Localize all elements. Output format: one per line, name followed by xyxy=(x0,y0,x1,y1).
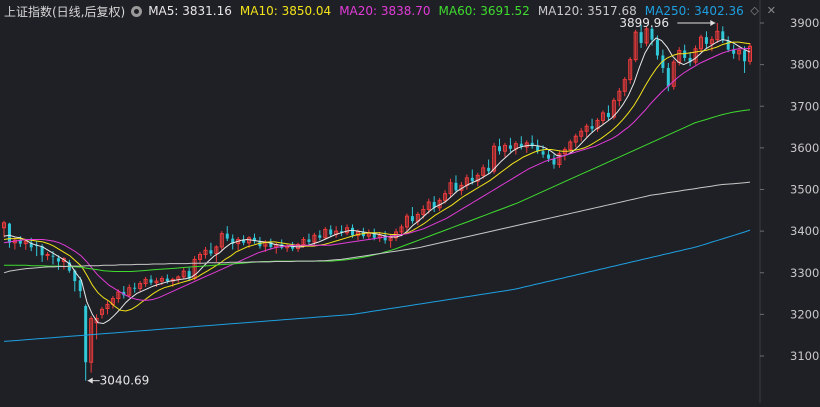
candle-body xyxy=(209,250,213,254)
candle-body xyxy=(51,255,55,257)
y-tick-label: 3800 xyxy=(790,58,819,72)
legend-ma5[interactable]: MA5: 3831.16 xyxy=(148,4,232,18)
candle-body xyxy=(7,223,11,243)
candle-body xyxy=(650,28,654,40)
candle-body xyxy=(639,32,643,43)
y-tick-label: 3600 xyxy=(790,141,819,155)
candle-body xyxy=(410,216,414,222)
candle-body xyxy=(666,67,670,87)
candle-body xyxy=(307,239,311,242)
candle-body xyxy=(78,280,82,292)
diamond-settings-icon[interactable]: ◇ xyxy=(750,4,758,17)
candle-body xyxy=(84,306,88,363)
y-tick-label: 3500 xyxy=(790,183,819,197)
candle-body xyxy=(704,37,708,44)
candle-body xyxy=(743,50,747,62)
candle-body xyxy=(45,253,50,256)
legend-ma60[interactable]: MA60: 3691.52 xyxy=(439,4,530,18)
y-tick-label: 3200 xyxy=(790,307,819,321)
candle-body xyxy=(508,145,512,149)
candle-body xyxy=(350,227,354,236)
candle-body xyxy=(318,235,322,238)
candle-body xyxy=(590,126,594,129)
y-tick-label: 3300 xyxy=(790,266,819,280)
candle-body xyxy=(487,167,491,172)
candle-body xyxy=(149,279,153,283)
legend-ma20[interactable]: MA20: 3838.70 xyxy=(339,4,430,18)
candle-body xyxy=(329,229,333,235)
candle-body xyxy=(721,31,725,41)
chart-title: 上证指数(日线,后复权) xyxy=(4,4,126,19)
y-tick-label: 3700 xyxy=(790,99,819,113)
visibility-icon[interactable] xyxy=(131,5,143,17)
close-icon[interactable]: ✕ xyxy=(767,4,776,17)
candle-body xyxy=(470,177,474,182)
candle-body xyxy=(606,112,610,118)
kline-chart-canvas[interactable]: 3900380037003600350034003300320031003899… xyxy=(0,0,820,403)
candle-body xyxy=(541,151,545,155)
candle-body xyxy=(498,146,502,152)
legend-ma120[interactable]: MA120: 3517.68 xyxy=(538,4,637,18)
candle-body xyxy=(552,158,556,165)
candle-body xyxy=(655,39,659,56)
candle-body xyxy=(454,182,458,191)
y-tick-label: 3900 xyxy=(790,16,819,30)
candle-body xyxy=(547,154,551,159)
y-tick-label: 3400 xyxy=(790,224,819,238)
low-annotation: 3040.69 xyxy=(100,374,150,388)
candle-body xyxy=(133,287,137,289)
legend-ma250[interactable]: MA250: 3402.36 xyxy=(645,4,744,18)
candle-body xyxy=(726,40,730,50)
candle-body xyxy=(165,278,169,282)
candle-body xyxy=(56,258,60,262)
candle-body xyxy=(225,233,229,239)
kline-chart[interactable]: 3900 3800 3700 3600 3500 3400 3300 3200 3100 3899… xyxy=(0,0,820,403)
y-tick-label: 3100 xyxy=(790,349,819,363)
legend-ma10[interactable]: MA10: 3850.04 xyxy=(240,4,331,18)
ma-legend: 上证指数(日线,后复权) MA5: 3831.16 MA10: 3850.04 … xyxy=(4,3,752,19)
chart-tools: ◇ ✕ xyxy=(750,4,776,17)
